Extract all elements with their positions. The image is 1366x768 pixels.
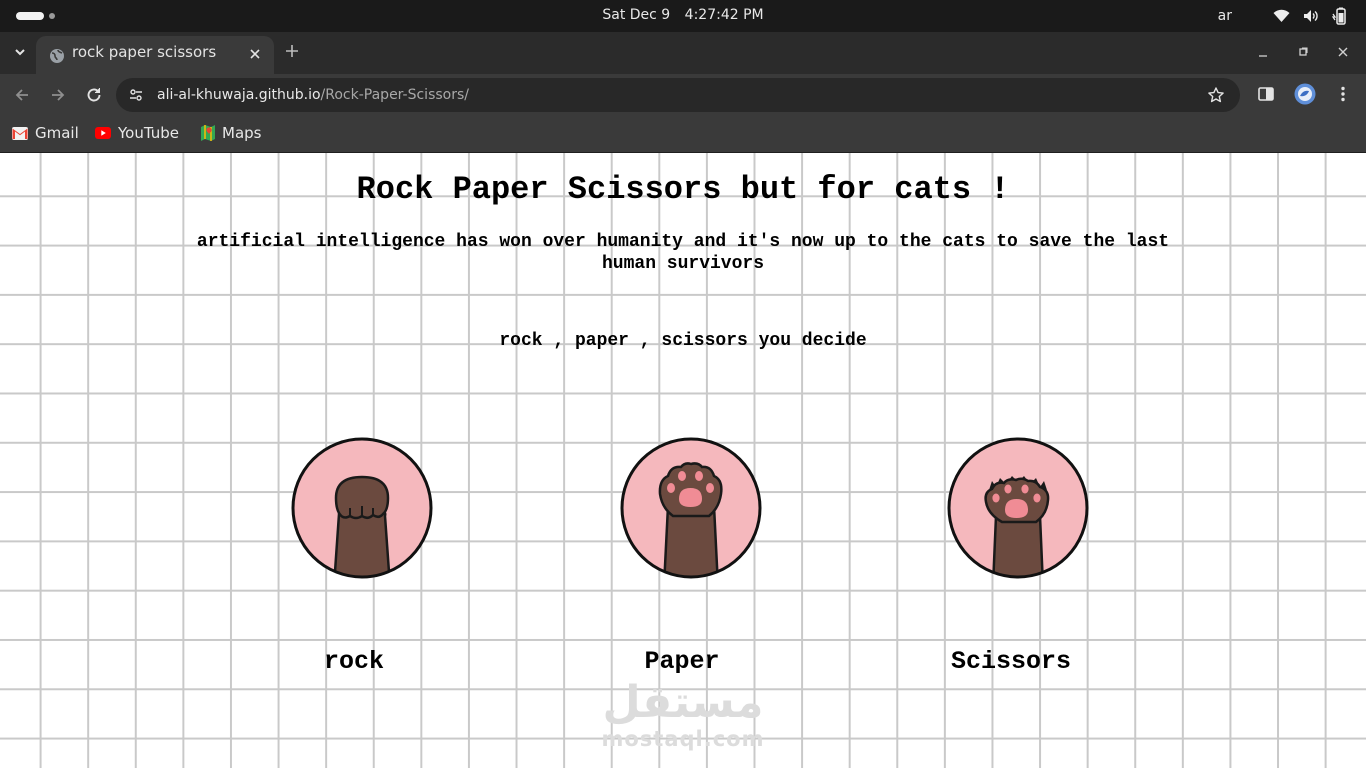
bookmark-gmail-label: Gmail [35,124,79,142]
page-subtitle: artificial intelligence has won over hum… [196,232,1170,274]
cat-paw-open-icon [620,437,762,579]
bookmark-maps[interactable]: Maps [201,116,261,150]
close-window-icon[interactable] [1335,44,1351,60]
wifi-icon [1273,9,1290,23]
new-tab-icon[interactable] [283,42,301,60]
youtube-icon [95,127,111,139]
cat-paw-claws-icon [947,437,1089,579]
bookmark-maps-label: Maps [222,124,262,142]
paper-button[interactable] [619,436,763,580]
restore-icon[interactable] [1295,44,1311,60]
web-page: Rock Paper Scissors but for cats ! artif… [0,153,1366,768]
volume-icon [1303,9,1319,23]
watermark-latin: mostaql.com [601,727,765,751]
rock-label[interactable]: rock [254,647,454,676]
side-panel-icon[interactable] [1257,85,1275,107]
site-info-icon[interactable] [128,87,144,107]
browser-toolbar: ali-al-khuwaja.github.io/Rock-Paper-Scis… [0,74,1366,116]
url-path: /Rock-Paper-Scissors/ [320,87,469,103]
bookmark-youtube[interactable]: YouTube [95,116,179,150]
paper-label[interactable]: Paper [582,647,782,676]
back-icon[interactable] [12,85,32,105]
os-date: Sat Dec 9 [602,7,671,23]
minimize-icon[interactable] [1255,44,1271,60]
scissors-label[interactable]: Scissors [911,647,1111,676]
tab-strip: rock paper scissors [0,32,1366,74]
watermark-arabic: مستقل [602,677,764,728]
close-tab-icon[interactable] [248,46,262,60]
input-language[interactable]: ar [1218,8,1232,24]
os-top-bar: Sat Dec 9 4:27:42 PM ar [0,0,1366,32]
bookmark-gmail[interactable]: Gmail [12,116,79,150]
cat-paw-fist-icon [291,437,433,579]
bookmark-star-icon[interactable] [1207,86,1225,108]
maps-icon [201,125,215,141]
battery-icon [1332,7,1348,25]
page-title: Rock Paper Scissors but for cats ! [356,171,1010,208]
tab-title: rock paper scissors [72,43,217,61]
url-text: ali-al-khuwaja.github.io/Rock-Paper-Scis… [157,78,469,112]
address-bar[interactable]: ali-al-khuwaja.github.io/Rock-Paper-Scis… [116,78,1240,112]
os-clock[interactable]: Sat Dec 9 4:27:42 PM [0,0,1366,31]
choice-prompt: rock , paper , scissors you decide [499,331,867,351]
profile-avatar[interactable] [1294,83,1316,109]
rock-button[interactable] [290,436,434,580]
watermark: مستقل mostaql.com [600,677,766,753]
gmail-icon [12,126,28,140]
browser-menu-icon[interactable] [1334,85,1352,107]
system-tray[interactable]: ar [1218,0,1348,32]
forward-icon[interactable] [48,85,68,105]
scissors-button[interactable] [946,436,1090,580]
active-tab[interactable]: rock paper scissors [36,36,274,74]
bookmarks-bar: Gmail YouTube Maps [0,116,1366,153]
url-host: ali-al-khuwaja.github.io [157,87,321,103]
tab-search-icon[interactable] [10,42,30,62]
globe-icon [49,48,65,68]
bookmark-youtube-label: YouTube [118,124,179,142]
reload-icon[interactable] [84,85,104,105]
os-time: 4:27:42 PM [684,7,764,23]
